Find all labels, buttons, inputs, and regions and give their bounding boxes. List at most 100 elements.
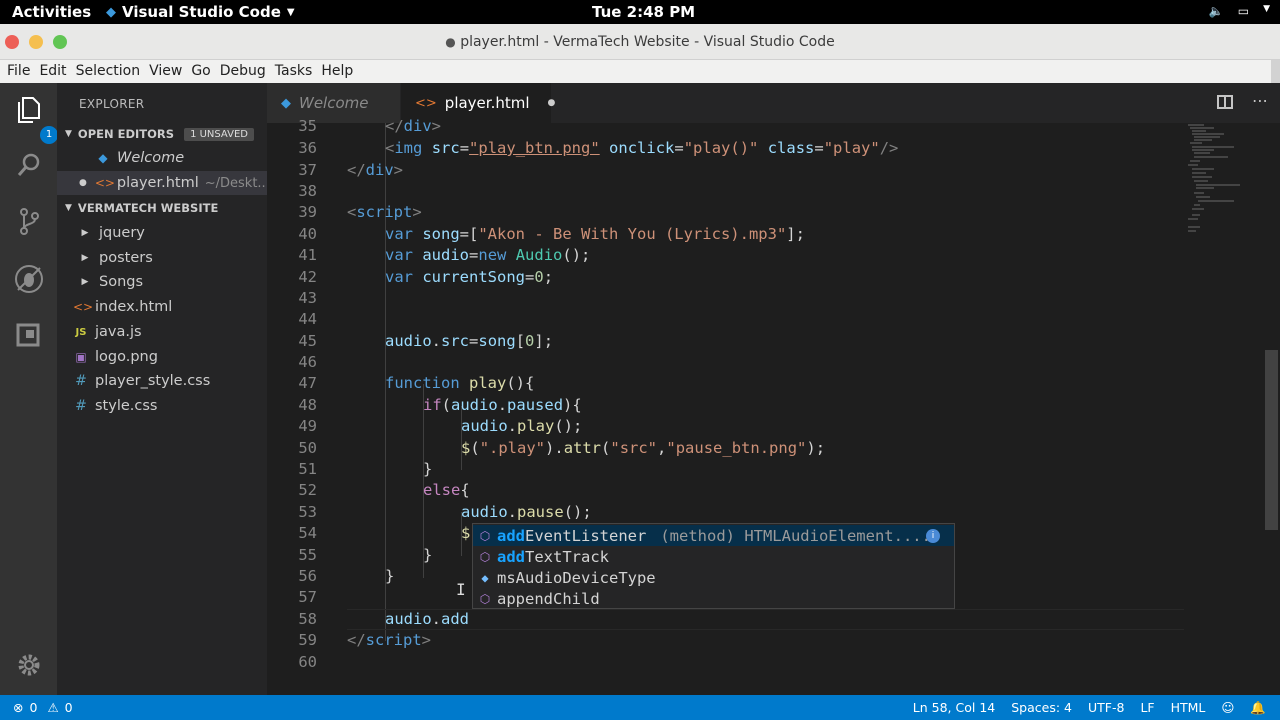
tree-file-index-html[interactable]: <> index.html [57, 295, 267, 319]
css-file-icon: # [75, 398, 87, 414]
extensions-icon[interactable] [14, 320, 44, 350]
cursor-position[interactable]: Ln 58, Col 14 [913, 700, 995, 716]
menu-file[interactable]: File [6, 60, 36, 83]
feedback-smiley-icon[interactable]: ☺ [1221, 700, 1234, 716]
code-line: 53 audio.pause(); [298, 503, 592, 521]
info-icon[interactable]: i [926, 528, 940, 543]
unsaved-dot-icon: ● [445, 35, 456, 49]
code-line: 39 <script> [298, 203, 422, 221]
code-line: 52 else{ [298, 481, 470, 499]
tree-file-style-css[interactable]: # style.css [57, 394, 267, 418]
code-line: 35 </div> [298, 117, 442, 135]
menu-view[interactable]: View [148, 60, 188, 83]
status-bar: ⊗ 0 ⚠ 0 Ln 58, Col 14 Spaces: 4 UTF-8 LF… [0, 695, 1280, 720]
tree-file-java-js[interactable]: JS java.js [57, 320, 267, 344]
menu-edit[interactable]: Edit [38, 60, 72, 83]
code-line: 41 var audio=new Audio(); [298, 246, 591, 264]
editor-scrollbar[interactable] [1265, 350, 1278, 530]
tree-file-logo-png[interactable]: ▣ logo.png [57, 345, 267, 369]
indentation[interactable]: Spaces: 4 [1011, 700, 1072, 716]
tree-folder-jquery[interactable]: ▶ jquery [57, 221, 267, 245]
code-line: 50 $(".play").attr("src","pause_btn.png")… [298, 439, 826, 457]
code-line: 59 </script> [298, 631, 432, 649]
notifications-bell-icon[interactable]: 🔔 [1250, 700, 1266, 716]
source-control-icon[interactable] [14, 207, 44, 237]
split-editor-icon[interactable] [1217, 95, 1233, 109]
method-icon: ⬡ [479, 528, 491, 543]
unsaved-dot-icon: ● [79, 178, 87, 188]
code-line: 44 [298, 310, 317, 328]
method-icon: ⬡ [479, 591, 491, 606]
js-file-icon: JS [75, 326, 87, 338]
status-right: Ln 58, Col 14 Spaces: 4 UTF-8 LF HTML ☺ … [913, 700, 1266, 716]
tree-folder-songs[interactable]: ▶ Songs [57, 270, 267, 294]
chevron-down-icon: ▼ [65, 129, 72, 139]
code-line: 42 var currentSong=0; [298, 268, 554, 286]
tree-file-player-style-css[interactable]: # player_style.css [57, 369, 267, 393]
debug-icon[interactable] [14, 264, 44, 294]
window-title: ● player.html - VermaTech Website - Visu… [445, 34, 835, 50]
project-section[interactable]: ▼ VERMATECH WEBSITE [57, 197, 267, 219]
vscode-icon: ◆ [98, 151, 108, 165]
property-icon: ◆ [481, 570, 489, 585]
code-line: 49 audio.play(); [298, 417, 583, 435]
chevron-right-icon: ▶ [81, 277, 89, 287]
unsaved-badge: 1 UNSAVED [184, 127, 254, 141]
explorer-badge: 1 [40, 126, 58, 144]
more-actions-icon[interactable]: ⋯ [1252, 91, 1268, 110]
menu-debug[interactable]: Debug [219, 60, 272, 83]
text-cursor-icon: I [456, 580, 466, 599]
autocomplete-suggestions: ⬡ add EventListener (method) HTMLAudioEle… [472, 523, 955, 609]
search-icon[interactable] [14, 151, 44, 181]
menu-go[interactable]: Go [190, 60, 216, 83]
menubar-scrollbar[interactable] [1271, 60, 1280, 83]
chevron-down-icon: ▼ [286, 6, 295, 18]
code-line: 58 audio.add [298, 610, 470, 628]
css-file-icon: # [75, 373, 87, 389]
chevron-right-icon: ▶ [81, 228, 89, 238]
suggestion-item[interactable]: ⬡ add EventListener (method) HTMLAudioEle… [473, 525, 954, 546]
code-line: 43 [298, 289, 317, 307]
image-file-icon: ▣ [75, 350, 87, 364]
encoding[interactable]: UTF-8 [1088, 700, 1124, 716]
activities-button[interactable]: Activities [12, 3, 91, 21]
open-editor-player-html[interactable]: ● <> player.html ~/Deskt... [57, 171, 267, 195]
explorer-header: EXPLORER [79, 97, 145, 111]
clock[interactable]: Tue 2:48 PM [592, 3, 695, 21]
html-file-icon: <> [73, 300, 94, 314]
system-topbar: Activities ◆ Visual Studio Code ▼ Tue 2:… [0, 0, 1280, 24]
system-tray[interactable]: 🔈 ▭ ▼ [1209, 4, 1270, 18]
vscode-icon: ◆ [281, 95, 291, 111]
suggestion-item[interactable]: ⬡ appendChild [473, 588, 954, 609]
suggestion-item[interactable]: ⬡ add TextTrack [473, 546, 954, 567]
app-name: Visual Studio Code [122, 3, 281, 21]
html-file-icon: <> [415, 95, 437, 111]
volume-icon: 🔈 [1208, 4, 1224, 18]
line-ending[interactable]: LF [1140, 700, 1154, 716]
settings-gear-icon[interactable] [14, 653, 44, 683]
code-line: 46 [298, 353, 317, 371]
chevron-down-icon: ▼ [65, 203, 72, 213]
code-line: 45 audio.src=song[0]; [298, 332, 554, 350]
menu-help[interactable]: Help [320, 60, 359, 83]
code-line: 48 if(audio.paused){ [298, 396, 582, 414]
code-line: 60 [298, 653, 317, 671]
vscode-icon: ◆ [106, 4, 116, 20]
explorer-icon[interactable]: 1 [14, 96, 58, 144]
code-line: 40 var song=["Akon - Be With You (Lyrics)… [298, 225, 805, 243]
open-editors-section[interactable]: ▼ OPEN EDITORS 1 UNSAVED [57, 123, 267, 145]
language-mode[interactable]: HTML [1171, 700, 1206, 716]
open-editor-welcome[interactable]: ◆ Welcome [57, 146, 267, 170]
battery-icon: ▭ [1237, 4, 1250, 18]
menu-tasks[interactable]: Tasks [274, 60, 319, 83]
window-titlebar: ● player.html - VermaTech Website - Visu… [0, 24, 1280, 60]
minimap[interactable] [1184, 123, 1264, 243]
code-editor[interactable]: 35 </div> 36 <img src="play_btn.png" oncli… [267, 117, 1280, 695]
unsaved-dot-icon[interactable]: ● [548, 98, 556, 108]
menu-selection[interactable]: Selection [75, 60, 147, 83]
code-line: 38 [298, 182, 317, 200]
tree-folder-posters[interactable]: ▶ posters [57, 246, 267, 270]
problems-indicator[interactable]: ⊗ 0 ⚠ 0 [13, 700, 73, 715]
suggestion-item[interactable]: ◆ msAudioDeviceType [473, 567, 954, 588]
app-menu[interactable]: ◆ Visual Studio Code ▼ [106, 3, 295, 21]
